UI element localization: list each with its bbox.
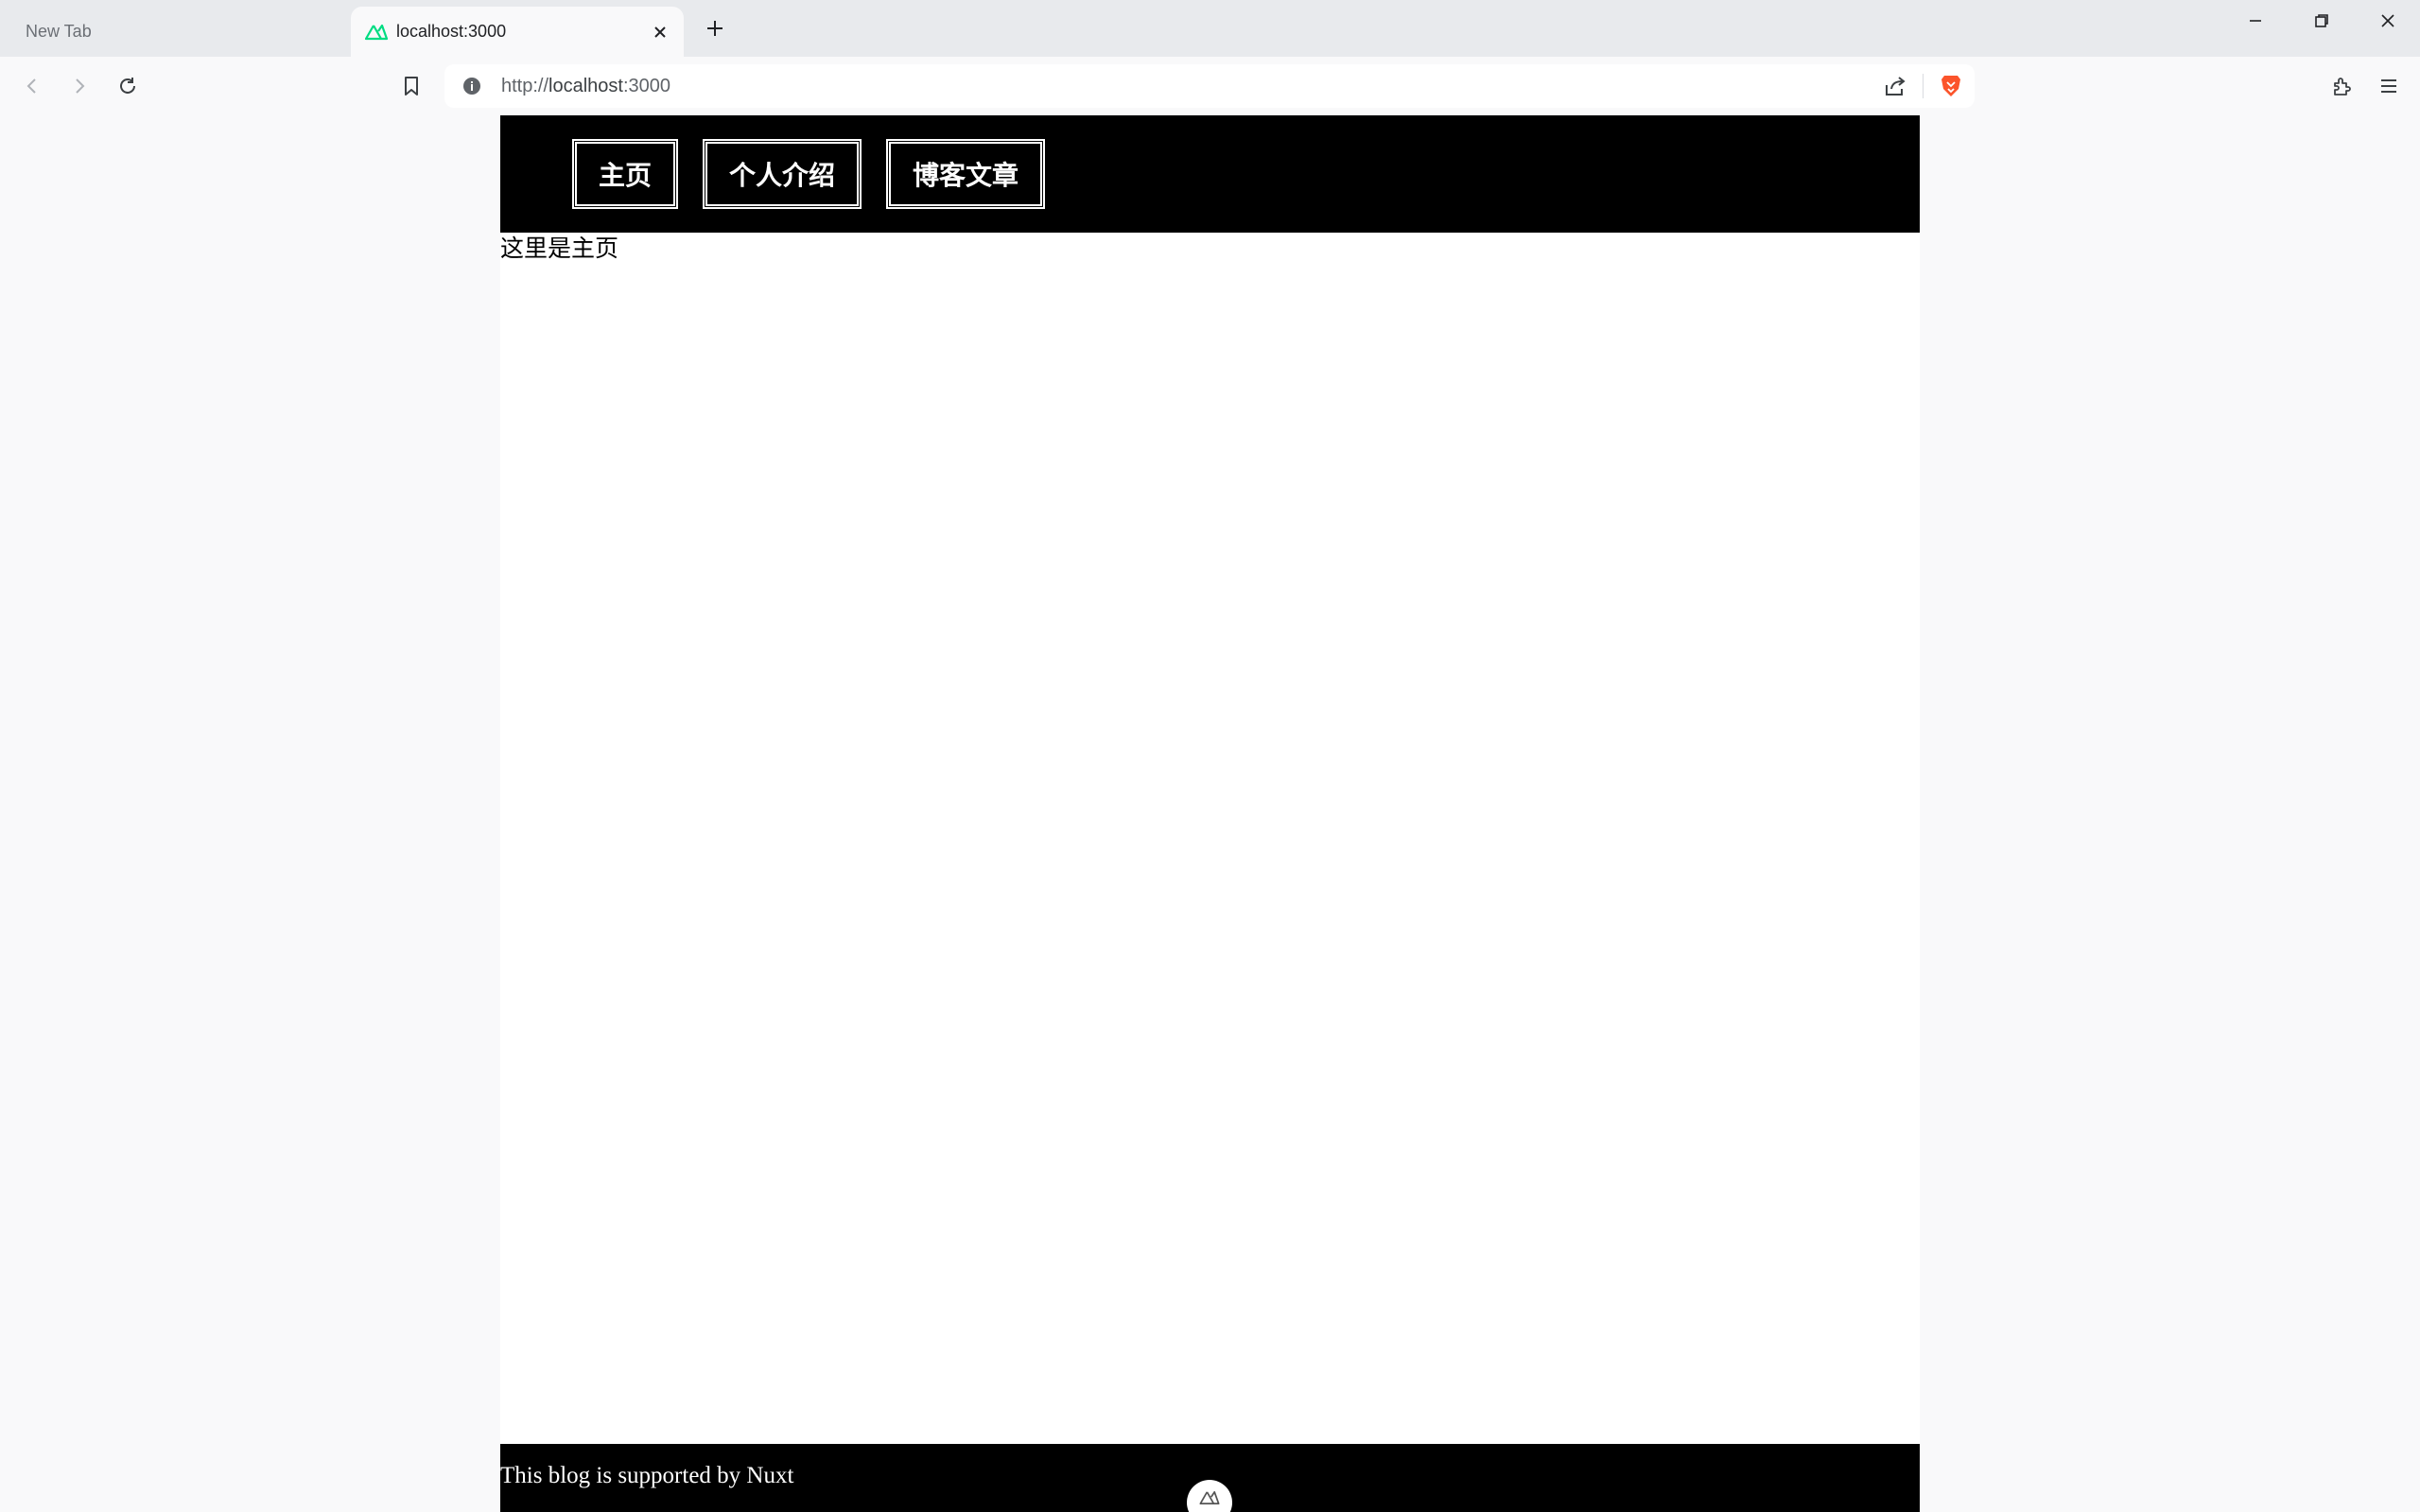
nav-blog-link[interactable]: 博客文章 (886, 139, 1046, 209)
close-tab-icon[interactable] (646, 18, 674, 46)
tab-localhost[interactable]: localhost:3000 (351, 7, 684, 57)
site-info-icon[interactable] (456, 70, 488, 102)
close-window-icon[interactable] (2357, 0, 2419, 42)
brave-shields-icon[interactable] (1935, 70, 1967, 102)
extensions-icon[interactable] (2324, 69, 2359, 103)
page-content-text: 这里是主页 (500, 235, 619, 262)
omnibox-divider (1923, 74, 1924, 98)
share-icon[interactable] (1879, 70, 1911, 102)
new-tab-button[interactable] (698, 11, 732, 45)
reload-icon[interactable] (111, 69, 145, 103)
footer-text: This blog is supported by Nuxt (500, 1463, 794, 1488)
browser-toolbar: http://localhost:3000 (0, 57, 2420, 115)
page-container: 主页 个人介绍 博客文章 这里是主页 This blog is supporte… (500, 115, 1920, 1512)
tab-strip: New Tab localhost:3000 (0, 0, 2420, 57)
nuxt-logo-icon (364, 20, 389, 44)
nav-about-link[interactable]: 个人介绍 (703, 139, 862, 209)
bookmark-icon[interactable] (394, 69, 428, 103)
url-text[interactable]: http://localhost:3000 (501, 76, 1879, 97)
nav-home-link[interactable]: 主页 (572, 139, 679, 209)
page-viewport: 主页 个人介绍 博客文章 这里是主页 This blog is supporte… (0, 115, 2420, 1512)
tab-new-tab[interactable]: New Tab (0, 8, 345, 55)
site-footer: This blog is supported by Nuxt (500, 1444, 1920, 1512)
tab-title: localhost:3000 (396, 22, 507, 41)
tab-title: New Tab (26, 21, 92, 41)
menu-icon[interactable] (2372, 69, 2406, 103)
site-header: 主页 个人介绍 博客文章 (500, 115, 1920, 233)
forward-arrow-icon[interactable] (62, 69, 96, 103)
back-arrow-icon[interactable] (15, 69, 49, 103)
restore-window-icon[interactable] (2290, 0, 2353, 42)
minimize-window-icon[interactable] (2224, 0, 2287, 42)
nuxt-devtools-icon[interactable] (1187, 1480, 1232, 1512)
address-bar[interactable]: http://localhost:3000 (444, 64, 1975, 108)
